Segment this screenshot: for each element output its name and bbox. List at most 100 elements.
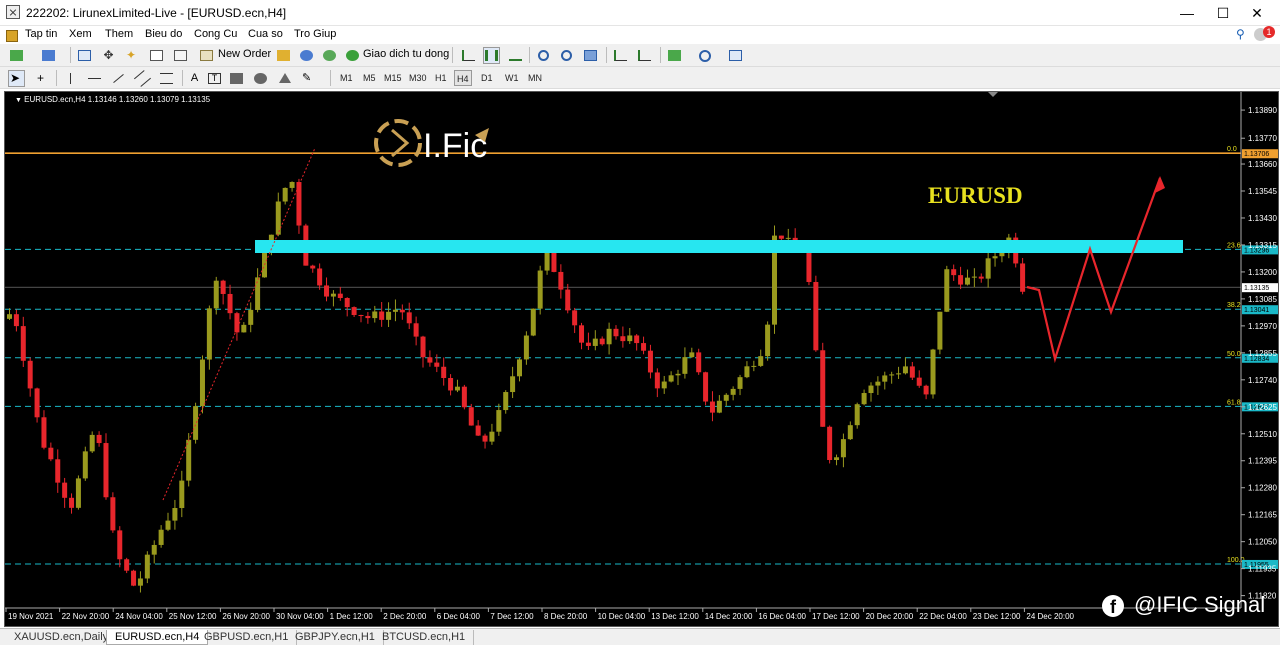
tab-gbpusd[interactable]: GBPUSD.ecn,H1 bbox=[196, 630, 298, 645]
signals-button[interactable] bbox=[298, 47, 315, 64]
cursor-button[interactable]: ➤ bbox=[8, 70, 25, 87]
period-w1[interactable]: W1 bbox=[503, 70, 521, 86]
period-mn[interactable]: MN bbox=[526, 70, 544, 86]
crosshair-button[interactable]: + bbox=[32, 70, 49, 87]
candle-body bbox=[523, 335, 529, 360]
candle-body bbox=[496, 410, 502, 432]
tab-xauusd[interactable]: XAUUSD.ecn,Daily bbox=[6, 630, 118, 645]
candle-body bbox=[620, 336, 626, 342]
candle-body bbox=[909, 366, 915, 378]
menu-help[interactable]: Tro Giup bbox=[294, 28, 336, 40]
menu-file[interactable]: Tap tin bbox=[25, 28, 57, 40]
candle-body bbox=[572, 310, 578, 326]
bar-chart-icon bbox=[462, 50, 475, 61]
search-icon[interactable]: ⚲ bbox=[1236, 27, 1245, 41]
data-window-icon: ✦ bbox=[126, 48, 137, 62]
candle-body bbox=[703, 372, 709, 402]
chart-window-icon[interactable] bbox=[6, 30, 18, 42]
close-button[interactable]: ✕ bbox=[1234, 0, 1280, 26]
vertical-line-button[interactable] bbox=[62, 70, 79, 87]
period-m1[interactable]: M1 bbox=[338, 70, 355, 86]
period-h4[interactable]: H4 bbox=[454, 70, 472, 86]
tab-btcusd[interactable]: BTCUSD.ecn,H1 bbox=[374, 630, 475, 645]
candle-body bbox=[716, 400, 722, 413]
candle-body bbox=[420, 336, 426, 358]
period-h1[interactable]: H1 bbox=[433, 70, 449, 86]
channel-button[interactable] bbox=[133, 70, 152, 87]
templates-button[interactable] bbox=[727, 47, 744, 64]
price-tick-label: 1.12625 bbox=[1248, 403, 1277, 412]
market-watch-icon bbox=[78, 50, 91, 61]
menu-view[interactable]: Xem bbox=[69, 28, 92, 40]
candle-body bbox=[248, 309, 254, 325]
price-tick-label: 1.13890 bbox=[1248, 106, 1277, 115]
candle-body bbox=[41, 417, 47, 448]
chart-canvas[interactable]: 0.01.1370623.61.1329638.21.1304150.01.12… bbox=[5, 92, 1279, 627]
period-d1[interactable]: D1 bbox=[479, 70, 495, 86]
candle-body bbox=[785, 237, 791, 239]
period-m15[interactable]: M15 bbox=[382, 70, 404, 86]
tester-icon bbox=[174, 50, 187, 61]
horizontal-line-button[interactable] bbox=[86, 70, 103, 87]
time-tick-label: 30 Nov 04:00 bbox=[276, 612, 324, 621]
price-tick-label: 1.13200 bbox=[1248, 268, 1277, 277]
line-chart-button[interactable] bbox=[507, 47, 524, 64]
data-window-button[interactable]: ✦ bbox=[124, 47, 141, 64]
market-button[interactable] bbox=[321, 47, 338, 64]
terminal-button[interactable] bbox=[148, 47, 165, 64]
period-m5[interactable]: M5 bbox=[361, 70, 378, 86]
time-axis: 19 Nov 2021 22 Nov 20:00 24 Nov 04:00 25 No… bbox=[5, 607, 1241, 621]
candle-body bbox=[834, 457, 840, 461]
periods-button[interactable] bbox=[696, 47, 713, 64]
autoscroll-icon bbox=[614, 50, 627, 61]
zoom-in-button[interactable] bbox=[535, 47, 552, 64]
new-order-button[interactable] bbox=[198, 47, 215, 64]
profiles-button[interactable] bbox=[40, 47, 57, 64]
rectangle-button[interactable] bbox=[228, 70, 245, 87]
menu-charts[interactable]: Bieu do bbox=[145, 28, 182, 40]
time-tick-label: 14 Dec 20:00 bbox=[705, 612, 753, 621]
bar-chart-button[interactable] bbox=[460, 47, 477, 64]
time-tick-label: 20 Dec 20:00 bbox=[866, 612, 914, 621]
candle-body bbox=[606, 328, 612, 345]
candle-body bbox=[13, 314, 19, 327]
tab-gbpjpy[interactable]: GBPJPY.ecn,H1 bbox=[287, 630, 384, 645]
chart-shift-button[interactable] bbox=[636, 47, 653, 64]
triangle-button[interactable] bbox=[276, 70, 293, 87]
autoscroll-button[interactable] bbox=[612, 47, 629, 64]
candle-chart-button[interactable] bbox=[483, 47, 500, 64]
crosshair-icon: + bbox=[36, 71, 44, 85]
logo-text: I.Fic bbox=[423, 127, 487, 165]
candle-body bbox=[964, 277, 970, 285]
indicators-button[interactable] bbox=[666, 47, 683, 64]
gold-button[interactable] bbox=[275, 47, 292, 64]
candle-body bbox=[62, 482, 68, 498]
new-chart-button[interactable] bbox=[8, 47, 25, 64]
menu-tools[interactable]: Cong Cu bbox=[194, 28, 237, 40]
fibonacci-button[interactable] bbox=[158, 70, 175, 87]
market-watch-button[interactable] bbox=[76, 47, 93, 64]
candle-body bbox=[110, 497, 116, 531]
menu-window[interactable]: Cua so bbox=[248, 28, 283, 40]
zoom-out-button[interactable] bbox=[558, 47, 575, 64]
chart-shift-marker[interactable] bbox=[988, 92, 998, 97]
new-order-label[interactable]: New Order bbox=[218, 48, 271, 60]
price-tick-label: 1.12280 bbox=[1248, 484, 1277, 493]
text-button[interactable]: A bbox=[186, 70, 203, 87]
ellipse-button[interactable] bbox=[252, 70, 269, 87]
tab-eurusd[interactable]: EURUSD.ecn,H4 bbox=[106, 630, 209, 645]
navigator-button[interactable]: ✥ bbox=[100, 47, 117, 64]
trendline-button[interactable] bbox=[110, 70, 127, 87]
candle-body bbox=[255, 277, 261, 310]
auto-trading-button[interactable] bbox=[344, 47, 361, 64]
tester-button[interactable] bbox=[172, 47, 189, 64]
auto-trading-label[interactable]: Giao dich tu dong bbox=[363, 48, 449, 60]
price-chart[interactable]: 0.0 1.13706 23.6 1.13296 38.2 1.13041 50.0 1.12… bbox=[4, 91, 1279, 627]
tile-button[interactable] bbox=[582, 47, 599, 64]
market-icon bbox=[323, 50, 336, 61]
price-tick-label: 1.11935 bbox=[1248, 565, 1277, 574]
label-button[interactable]: T bbox=[206, 70, 223, 87]
period-m30[interactable]: M30 bbox=[407, 70, 429, 86]
menu-insert[interactable]: Them bbox=[105, 28, 133, 40]
arrows-button[interactable]: ✎ bbox=[300, 70, 317, 87]
